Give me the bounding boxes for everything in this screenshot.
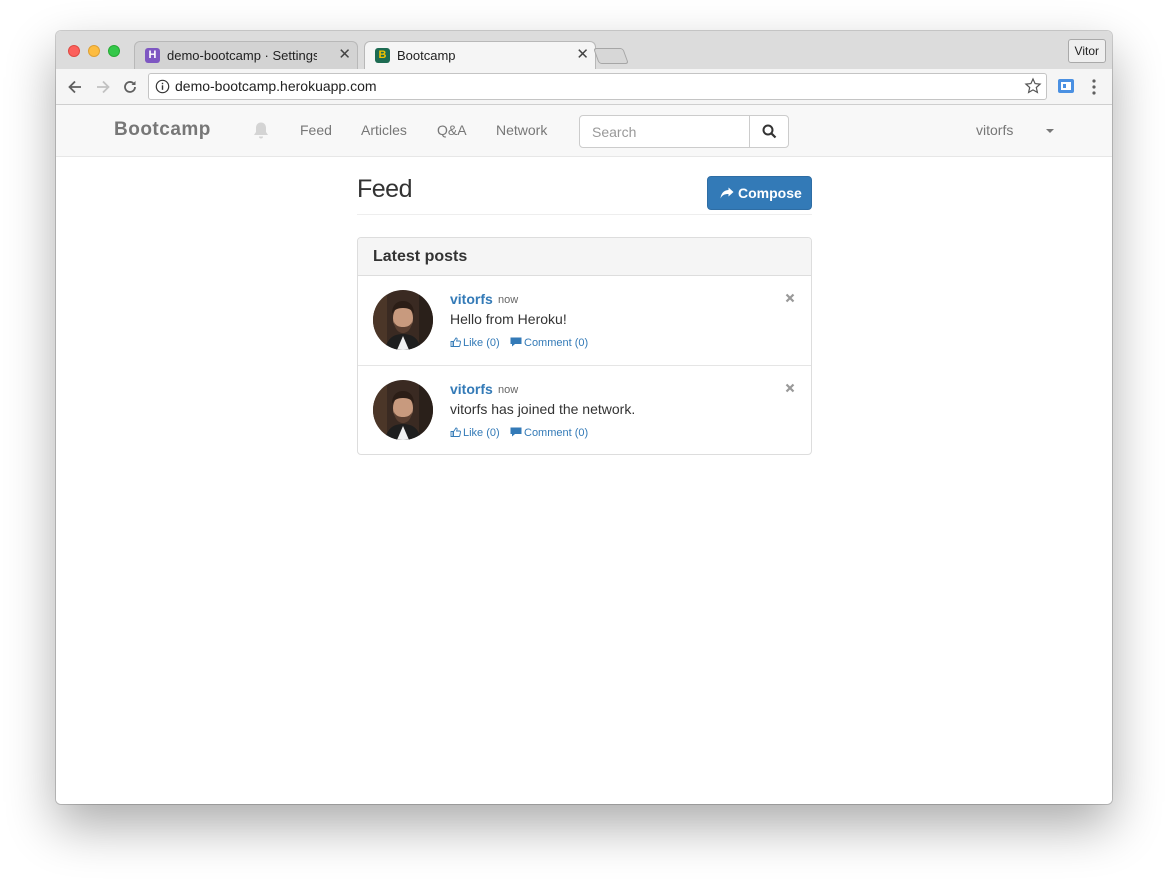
compose-button[interactable]: Compose [707, 176, 812, 210]
share-arrow-icon [720, 187, 734, 199]
page-title: Feed [357, 175, 412, 203]
feed-post: vitorfs now vitorfs has joined the netwo… [358, 366, 811, 454]
post-text: vitorfs has joined the network. [450, 401, 636, 417]
like-label: Like (0) [463, 427, 500, 439]
address-bar[interactable]: demo-bootcamp.herokuapp.com [148, 73, 1047, 100]
info-icon[interactable] [155, 79, 170, 94]
nav-link-qa[interactable]: Q&A [437, 122, 467, 138]
thumbs-up-icon [450, 427, 461, 437]
comment-icon [510, 337, 522, 347]
new-tab-button[interactable] [593, 48, 629, 64]
like-button[interactable]: Like (0) [450, 427, 500, 439]
forward-arrow-icon[interactable] [93, 77, 113, 97]
bootcamp-favicon-icon: B [375, 48, 390, 63]
profile-button[interactable]: Vitor [1067, 39, 1106, 63]
search-input[interactable] [579, 115, 750, 148]
comment-label: Comment (0) [524, 337, 589, 349]
post-author[interactable]: vitorfs [450, 381, 493, 397]
comment-label: Comment (0) [524, 427, 589, 439]
user-menu[interactable]: vitorfs [976, 122, 1013, 138]
reload-icon[interactable] [120, 77, 140, 97]
remove-post-icon[interactable] [785, 383, 795, 393]
chevron-down-icon[interactable] [1046, 129, 1054, 133]
compose-label: Compose [738, 185, 802, 201]
thumbs-up-icon [450, 337, 461, 347]
panel-heading: Latest posts [358, 238, 811, 276]
tab-title: demo-bootcamp · Settings | Heroku [167, 48, 317, 63]
kebab-menu-icon[interactable] [1086, 78, 1102, 96]
window-close-button[interactable] [68, 45, 80, 57]
url-text: demo-bootcamp.herokuapp.com [175, 78, 377, 94]
tab-heroku-settings[interactable]: H demo-bootcamp · Settings | Heroku ✕ [134, 41, 358, 69]
page-header: Feed Compose [357, 157, 812, 215]
close-tab-icon[interactable]: ✕ [338, 46, 351, 64]
bookmark-star-icon[interactable] [1024, 77, 1042, 95]
heroku-favicon-icon: H [145, 48, 160, 63]
tab-title: Bootcamp [397, 48, 456, 63]
like-button[interactable]: Like (0) [450, 337, 500, 349]
remove-post-icon[interactable] [785, 293, 795, 303]
post-author[interactable]: vitorfs [450, 291, 493, 307]
tab-bootcamp[interactable]: B Bootcamp ✕ [364, 41, 596, 70]
comment-button[interactable]: Comment (0) [510, 427, 588, 439]
feed-post: vitorfs now Hello from Heroku! Like (0) … [358, 276, 811, 366]
browser-toolbar: demo-bootcamp.herokuapp.com [56, 69, 1112, 105]
search-button[interactable] [749, 115, 789, 148]
post-text: Hello from Heroku! [450, 311, 567, 327]
browser-window: H demo-bootcamp · Settings | Heroku ✕ B … [56, 31, 1112, 804]
avatar[interactable] [373, 290, 433, 350]
latest-posts-panel: Latest posts vitorfs now Hello from Hero… [357, 237, 812, 455]
back-arrow-icon[interactable] [65, 77, 85, 97]
extension-icon[interactable] [1057, 78, 1075, 94]
nav-link-network[interactable]: Network [496, 122, 547, 138]
site-navbar: Bootcamp Feed Articles Q&A Network vitor… [56, 105, 1112, 157]
nav-link-articles[interactable]: Articles [361, 122, 407, 138]
window-minimize-button[interactable] [88, 45, 100, 57]
panel-title: Latest posts [373, 248, 468, 265]
window-maximize-button[interactable] [108, 45, 120, 57]
like-label: Like (0) [463, 337, 500, 349]
close-tab-icon[interactable]: ✕ [576, 46, 589, 64]
web-page: Bootcamp Feed Articles Q&A Network vitor… [56, 105, 1112, 804]
comment-icon [510, 427, 522, 437]
search-icon [762, 124, 777, 139]
comment-button[interactable]: Comment (0) [510, 337, 588, 349]
post-timestamp: now [498, 384, 519, 396]
tab-strip: H demo-bootcamp · Settings | Heroku ✕ B … [56, 31, 1112, 70]
avatar[interactable] [373, 380, 433, 440]
brand-logo[interactable]: Bootcamp [114, 119, 211, 141]
notification-bell-icon[interactable] [252, 121, 270, 141]
nav-link-feed[interactable]: Feed [300, 122, 332, 138]
post-timestamp: now [498, 294, 519, 306]
